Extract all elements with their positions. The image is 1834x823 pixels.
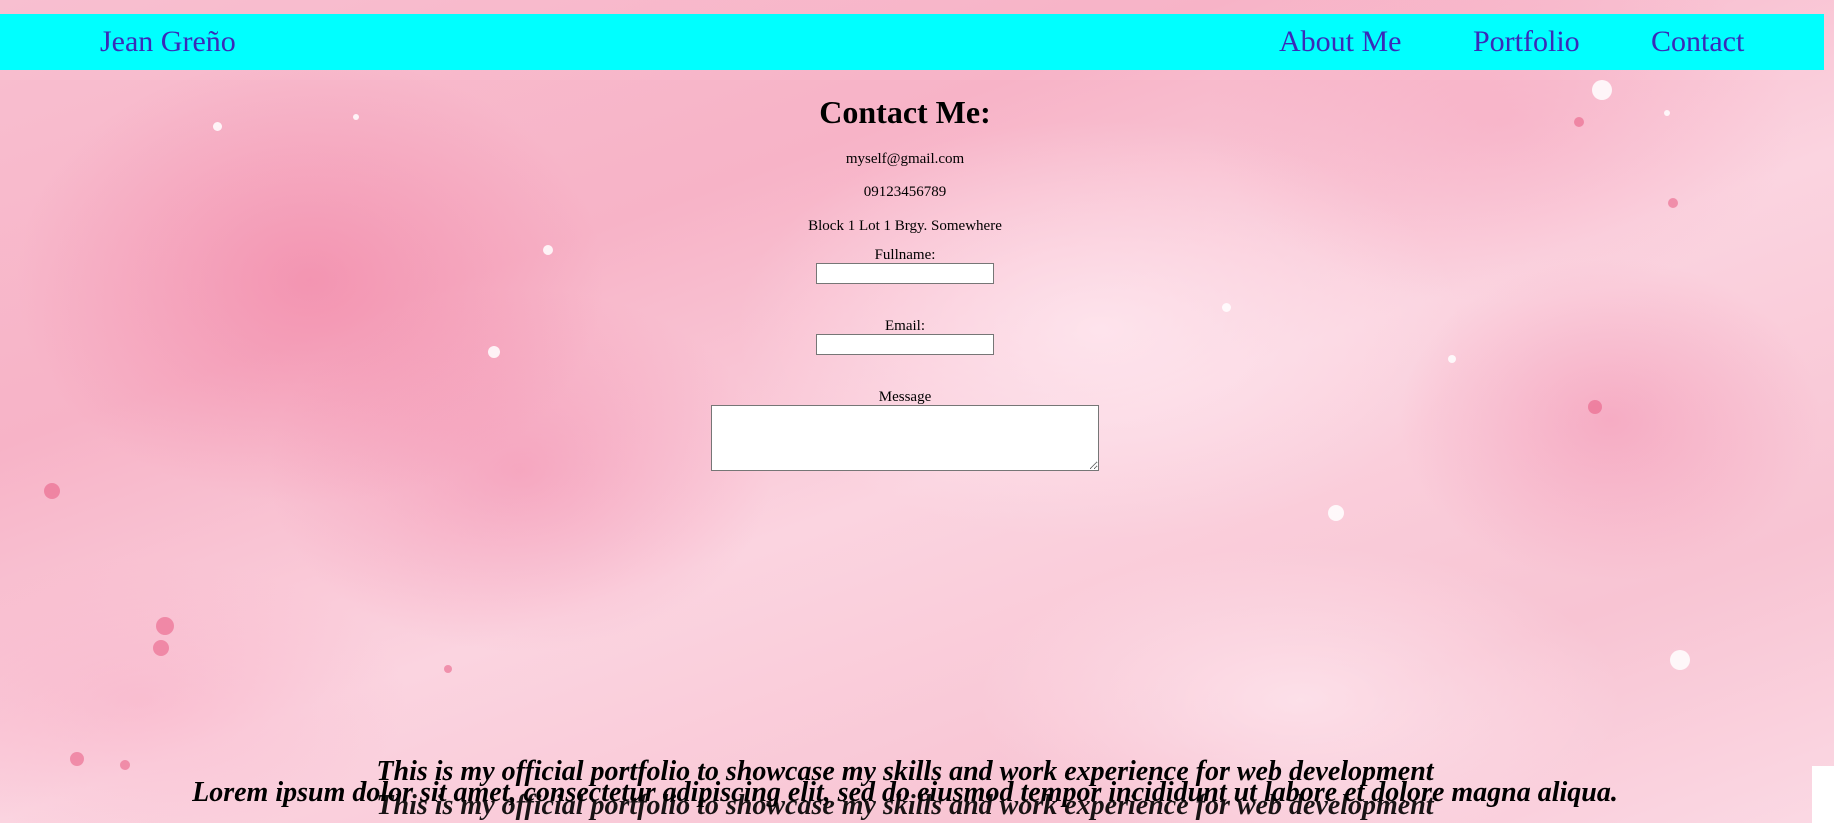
contact-phone: 09123456789 bbox=[863, 184, 947, 200]
contact-email: myself@gmail.com bbox=[845, 151, 965, 167]
contact-form: Fullname: Email: Message bbox=[0, 247, 1810, 476]
fullname-input[interactable] bbox=[816, 263, 994, 284]
portfolio-tagline-overlap: This is my official portfolio to showcas… bbox=[376, 790, 1434, 821]
nav-link-about-me[interactable]: About Me bbox=[1279, 25, 1402, 59]
top-navbar: Jean Greño About Me Portfolio Contact bbox=[0, 14, 1824, 70]
nav-link-portfolio[interactable]: Portfolio bbox=[1473, 25, 1580, 59]
contact-address: Block 1 Lot 1 Brgy. Somewhere bbox=[808, 218, 1002, 234]
message-label: Message bbox=[878, 389, 932, 405]
corner-block bbox=[1812, 766, 1834, 823]
email-label: Email: bbox=[885, 318, 925, 334]
brand-link[interactable]: Jean Greño bbox=[100, 25, 236, 59]
contact-section: Contact Me: myself@gmail.com 09123456789… bbox=[0, 92, 1810, 476]
email-input[interactable] bbox=[816, 334, 994, 355]
contact-heading: Contact Me: bbox=[819, 94, 991, 130]
message-textarea[interactable] bbox=[711, 405, 1099, 471]
fullname-label: Fullname: bbox=[874, 247, 936, 263]
nav-link-contact[interactable]: Contact bbox=[1651, 25, 1744, 59]
